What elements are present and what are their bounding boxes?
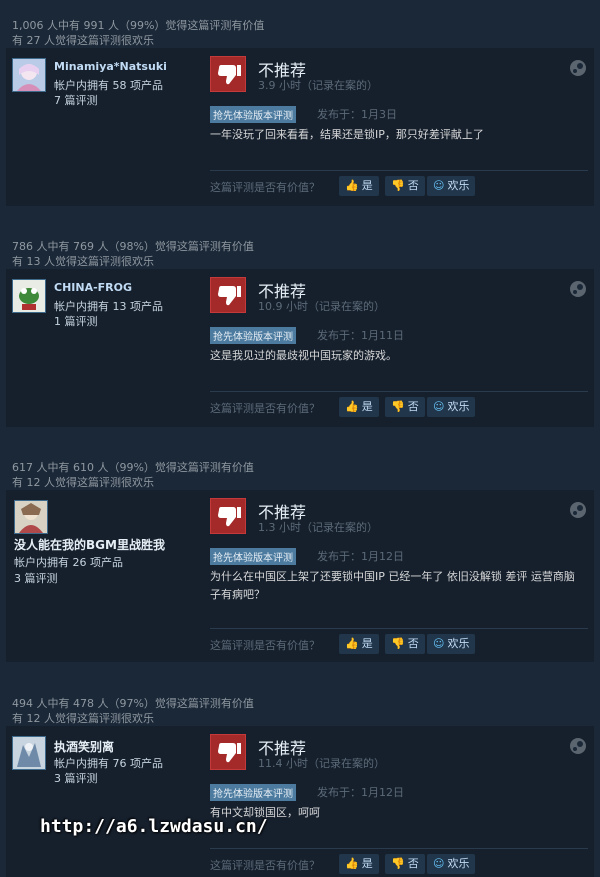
early-access-tag: 抢先体验版本评测 <box>210 548 296 565</box>
vote-funny-button[interactable]: ☺ 欢乐 <box>427 397 476 417</box>
review-card: 786 人中有 769 人（98%）觉得这篇评测有价值 有 13 人觉得这篇评测… <box>6 235 594 427</box>
posted-date: 发布于：1月3日 <box>317 108 397 121</box>
thumbs-down-icon: 👎 <box>391 637 405 650</box>
avatar[interactable] <box>12 736 46 770</box>
review-body: 没人能在我的BGM里战胜我 帐户内拥有 26 项产品 3 篇评测 不推荐 1.3… <box>6 490 594 662</box>
smiley-icon: ☺ <box>433 400 445 413</box>
thumbs-up-icon: 👍 <box>345 857 359 870</box>
vote-yes-button[interactable]: 👍 是 <box>339 397 379 417</box>
review-text: 这是我见过的最歧视中国玩家的游戏。 <box>210 349 397 362</box>
vote-yes-button[interactable]: 👍 是 <box>339 854 379 874</box>
thumbs-down-icon: 👎 <box>391 179 405 192</box>
divider <box>210 391 588 392</box>
playtime: 1.3 小时（记录在案的） <box>258 521 378 534</box>
avatar-image <box>15 501 47 533</box>
helpful-count: 1,006 人中有 991 人（99%）觉得这篇评测有价值 <box>12 19 265 32</box>
divider <box>210 170 588 171</box>
watermark: http://a6.lzwdasu.cn/ <box>40 816 268 837</box>
review-body: Minamiya*Natsuki 帐户内拥有 58 项产品 7 篇评测 不推荐 … <box>6 48 594 206</box>
helpful-summary: 786 人中有 769 人（98%）觉得这篇评测有价值 有 13 人觉得这篇评测… <box>6 235 594 269</box>
steam-icon <box>570 502 586 518</box>
review-text: 为什么在中国区上架了还要锁中国IP 已经一年了 依旧没解锁 差评 运营商脑子有病… <box>210 570 575 601</box>
thumbs-down-icon <box>210 277 246 313</box>
funny-count: 有 13 人觉得这篇评测很欢乐 <box>12 255 154 268</box>
divider <box>210 628 588 629</box>
smiley-icon: ☺ <box>433 857 445 870</box>
early-access-tag: 抢先体验版本评测 <box>210 784 296 801</box>
steam-icon <box>570 738 586 754</box>
steam-icon <box>570 281 586 297</box>
vote-yes-button[interactable]: 👍 是 <box>339 176 379 196</box>
review-card: 494 人中有 478 人（97%）觉得这篇评测有价值 有 12 人觉得这篇评测… <box>6 692 594 877</box>
funny-count: 有 27 人觉得这篇评测很欢乐 <box>12 34 154 47</box>
reviewer-products[interactable]: 帐户内拥有 26 项产品 <box>14 554 123 570</box>
thumbs-down-icon: 👎 <box>391 857 405 870</box>
avatar[interactable] <box>12 279 46 313</box>
vote-no-button[interactable]: 👎 否 <box>385 854 425 874</box>
helpful-count: 617 人中有 610 人（99%）觉得这篇评测有价值 <box>12 461 254 474</box>
playtime: 10.9 小时（记录在案的） <box>258 300 385 313</box>
thumbs-up-icon: 👍 <box>345 179 359 192</box>
review-card: 617 人中有 610 人（99%）觉得这篇评测有价值 有 12 人觉得这篇评测… <box>6 456 594 662</box>
posted-date: 发布于：1月12日 <box>317 786 404 799</box>
thumbs-down-icon <box>210 498 246 534</box>
reviewer-products[interactable]: 帐户内拥有 76 项产品 <box>54 755 163 771</box>
reviewer-name[interactable]: Minamiya*Natsuki <box>54 60 167 73</box>
smiley-icon: ☺ <box>433 637 445 650</box>
vote-prompt: 这篇评测是否有价值？ <box>210 639 320 652</box>
thumbs-down-icon <box>210 734 246 770</box>
early-access-tag: 抢先体验版本评测 <box>210 106 296 123</box>
vote-no-button[interactable]: 👎 否 <box>385 176 425 196</box>
reviewer-name[interactable]: CHINA-FROG <box>54 281 132 294</box>
thumbs-down-icon <box>210 56 246 92</box>
review-body: CHINA-FROG 帐户内拥有 13 项产品 1 篇评测 不推荐 10.9 小… <box>6 269 594 427</box>
reviewer-review-count[interactable]: 7 篇评测 <box>54 92 98 108</box>
vote-funny-button[interactable]: ☺ 欢乐 <box>427 176 476 196</box>
thumbs-down-icon: 👎 <box>391 400 405 413</box>
thumbs-up-icon: 👍 <box>345 637 359 650</box>
vote-no-button[interactable]: 👎 否 <box>385 397 425 417</box>
avatar[interactable] <box>12 58 46 92</box>
vote-funny-button[interactable]: ☺ 欢乐 <box>427 634 476 654</box>
helpful-summary: 617 人中有 610 人（99%）觉得这篇评测有价值 有 12 人觉得这篇评测… <box>6 456 594 490</box>
playtime: 11.4 小时（记录在案的） <box>258 757 385 770</box>
review-text: 一年没玩了回来看看，结果还是锁IP，那只好差评献上了 <box>210 128 484 141</box>
steam-icon <box>570 60 586 76</box>
reviewer-review-count[interactable]: 3 篇评测 <box>14 570 58 586</box>
early-access-tag: 抢先体验版本评测 <box>210 327 296 344</box>
helpful-count: 786 人中有 769 人（98%）觉得这篇评测有价值 <box>12 240 254 253</box>
helpful-summary: 1,006 人中有 991 人（99%）觉得这篇评测有价值 有 27 人觉得这篇… <box>6 14 594 48</box>
posted-date: 发布于：1月12日 <box>317 550 404 563</box>
avatar-image <box>13 59 45 91</box>
reviewer-review-count[interactable]: 1 篇评测 <box>54 313 98 329</box>
divider <box>210 848 588 849</box>
reviewer-name[interactable]: 没人能在我的BGM里战胜我 <box>14 536 165 553</box>
review-body: 执酒笑别离 帐户内拥有 76 项产品 3 篇评测 不推荐 11.4 小时（记录在… <box>6 726 594 877</box>
vote-prompt: 这篇评测是否有价值？ <box>210 859 320 872</box>
reviewer-review-count[interactable]: 3 篇评测 <box>54 770 98 786</box>
posted-date: 发布于：1月11日 <box>317 329 404 342</box>
avatar-image <box>13 737 45 769</box>
reviewer-name[interactable]: 执酒笑别离 <box>54 738 114 755</box>
vote-prompt: 这篇评测是否有价值？ <box>210 181 320 194</box>
review-card: 1,006 人中有 991 人（99%）觉得这篇评测有价值 有 27 人觉得这篇… <box>6 14 594 206</box>
vote-prompt: 这篇评测是否有价值？ <box>210 402 320 415</box>
helpful-summary: 494 人中有 478 人（97%）觉得这篇评测有价值 有 12 人觉得这篇评测… <box>6 692 594 726</box>
funny-count: 有 12 人觉得这篇评测很欢乐 <box>12 476 154 489</box>
thumbs-up-icon: 👍 <box>345 400 359 413</box>
funny-count: 有 12 人觉得这篇评测很欢乐 <box>12 712 154 725</box>
vote-no-button[interactable]: 👎 否 <box>385 634 425 654</box>
smiley-icon: ☺ <box>433 179 445 192</box>
vote-yes-button[interactable]: 👍 是 <box>339 634 379 654</box>
reviewer-products[interactable]: 帐户内拥有 58 项产品 <box>54 77 163 93</box>
playtime: 3.9 小时（记录在案的） <box>258 79 378 92</box>
vote-funny-button[interactable]: ☺ 欢乐 <box>427 854 476 874</box>
reviewer-products[interactable]: 帐户内拥有 13 项产品 <box>54 298 163 314</box>
helpful-count: 494 人中有 478 人（97%）觉得这篇评测有价值 <box>12 697 254 710</box>
avatar-image <box>13 280 45 312</box>
avatar[interactable] <box>14 500 48 534</box>
